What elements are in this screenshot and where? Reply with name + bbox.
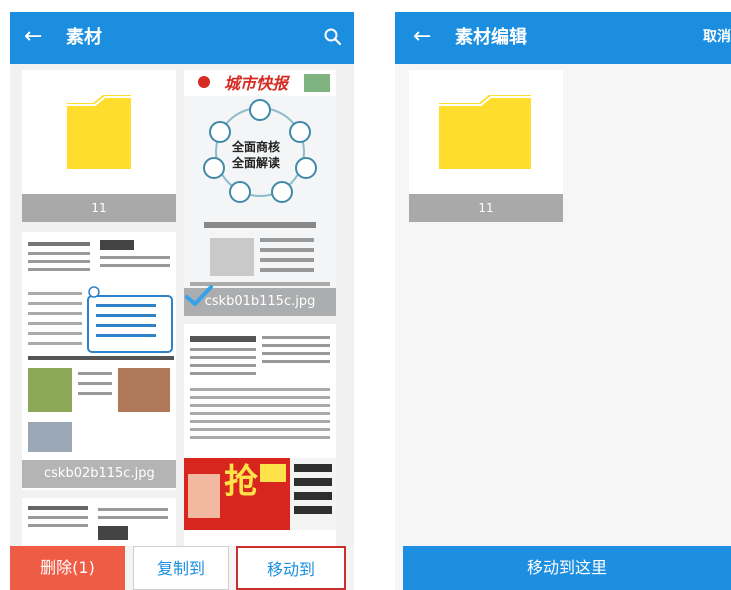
image-thumbnail[interactable]: 抢 [184,324,336,550]
app-bar: ← 素材 [10,12,354,64]
cancel-button[interactable]: 取消 [703,27,731,47]
page-title: 素材编辑 [455,27,527,48]
search-icon[interactable] [322,26,344,48]
folder-name: 11 [409,194,563,222]
copy-to-button[interactable]: 复制到 [133,546,229,590]
image-thumbnail[interactable]: 城市快报 全面商核 全面解读 cskb01b115c.jpg [184,70,336,316]
folder-tile[interactable]: 11 [409,70,563,222]
folder-icon [439,95,531,169]
page-title: 素材 [66,27,102,48]
app-bar: ← 素材编辑 取消 [395,12,731,64]
checkmark-icon [185,285,213,306]
material-edit-screen: ← 素材编辑 取消 11 移动到这里 [395,12,731,590]
folder-name: 11 [22,194,176,222]
image-filename: cskb02b115c.jpg [22,460,176,488]
move-here-button[interactable]: 移动到这里 [403,546,731,590]
delete-button[interactable]: 删除(1) [10,546,125,590]
headline-text: 全面商核 [232,140,281,154]
newspaper-preview [184,70,336,316]
action-bar: 删除(1) 复制到 移动到 [10,546,354,590]
promo-text: 抢 [224,462,258,502]
image-thumbnail[interactable]: cskb02b115c.jpg [22,232,176,490]
newspaper-preview [184,324,336,550]
move-to-button[interactable]: 移动到 [236,546,346,590]
newspaper-preview [22,232,176,490]
folder-tile[interactable]: 11 [22,70,176,222]
masthead-text: 城市快报 [224,74,289,93]
material-screen: ← 素材 11 城市快报 全面商核 全面解读 cskb01b115c.jpg c… [10,12,354,590]
folder-icon [67,95,131,169]
back-arrow-icon[interactable]: ← [413,24,431,50]
headline-text: 全面解读 [232,156,281,170]
back-arrow-icon[interactable]: ← [24,24,42,50]
